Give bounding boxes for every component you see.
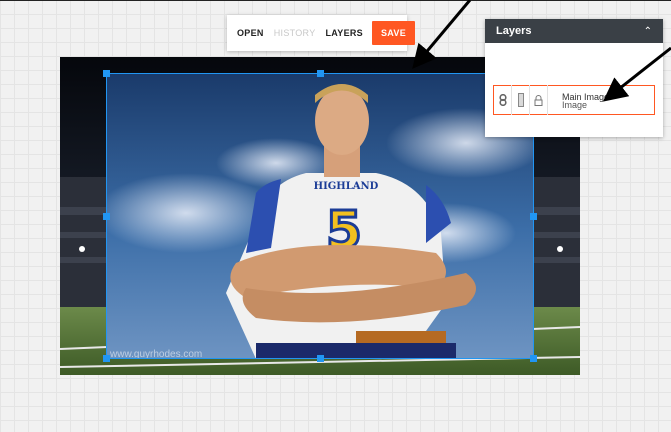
layers-panel-header[interactable]: Layers ⌃ xyxy=(485,19,663,43)
layer-type-text: Image xyxy=(562,100,588,110)
layers-panel: Layers ⌃ Main Image Image xyxy=(485,19,663,137)
lock-icon[interactable] xyxy=(530,85,548,115)
layer-item[interactable]: Main Image Image xyxy=(493,85,655,115)
watermark-text: www.guyrhodes.com xyxy=(110,349,203,360)
arrow-to-canvas xyxy=(412,0,472,69)
drag-handle-icon[interactable] xyxy=(512,85,530,115)
collapse-chevron-icon[interactable]: ⌃ xyxy=(644,26,652,37)
layer-name: Main Image Image xyxy=(562,93,609,110)
history-button[interactable]: HISTORY xyxy=(274,28,316,38)
visibility-icon[interactable] xyxy=(494,85,512,115)
player-photo: 5 HIGHLAND xyxy=(106,73,534,359)
main-image[interactable]: 5 HIGHLAND xyxy=(106,73,534,359)
open-button[interactable]: OPEN xyxy=(237,28,264,38)
layers-button[interactable]: LAYERS xyxy=(326,28,363,38)
layers-panel-title: Layers xyxy=(496,25,532,37)
top-border xyxy=(0,0,671,1)
jersey-text: HIGHLAND xyxy=(314,181,379,192)
save-button[interactable]: SAVE xyxy=(371,21,416,45)
editor-toolbar: OPEN HISTORY LAYERS SAVE xyxy=(227,15,416,51)
